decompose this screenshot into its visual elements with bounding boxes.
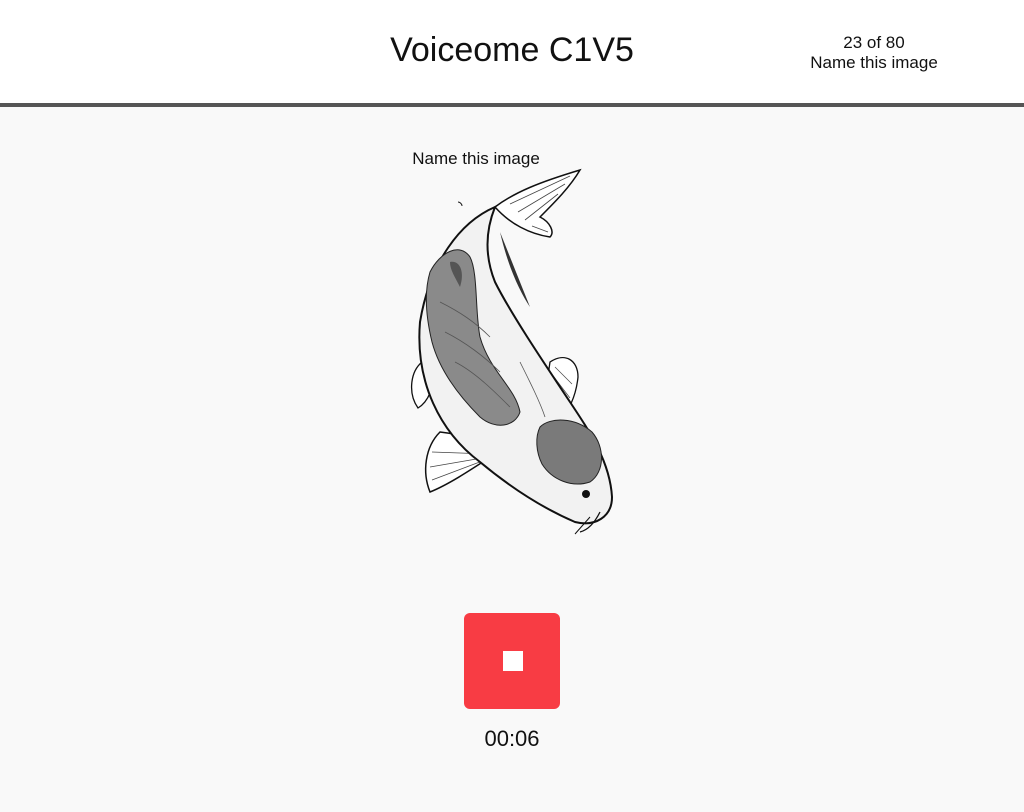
progress-count: 23 of 80	[843, 33, 905, 52]
koi-fish-image	[411, 168, 614, 535]
progress-task-label: Name this image	[810, 53, 938, 72]
progress-indicator: 23 of 80 Name this image	[790, 33, 958, 73]
app-header: Voiceome C1V5 23 of 80 Name this image	[0, 0, 1024, 107]
recording-timer: 00:06	[484, 726, 540, 751]
stop-square-icon	[503, 651, 523, 671]
stop-recording-button[interactable]	[464, 613, 560, 709]
